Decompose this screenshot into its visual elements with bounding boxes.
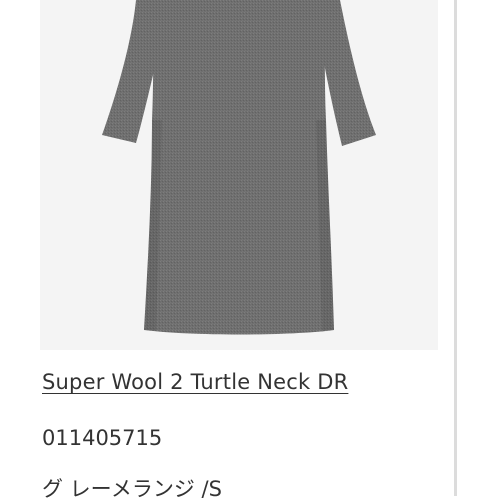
- product-title-link[interactable]: Super Wool 2 Turtle Neck DR: [42, 370, 348, 394]
- product-variant: グ レーメランジ /S: [42, 477, 222, 501]
- product-image[interactable]: [40, 0, 438, 350]
- right-sleeve: [318, 0, 376, 146]
- dress-illustration: [102, 0, 376, 335]
- product-card: [40, 0, 438, 496]
- product-code: 011405715: [42, 426, 163, 450]
- dress-body: [144, 0, 334, 335]
- divider: [454, 0, 457, 496]
